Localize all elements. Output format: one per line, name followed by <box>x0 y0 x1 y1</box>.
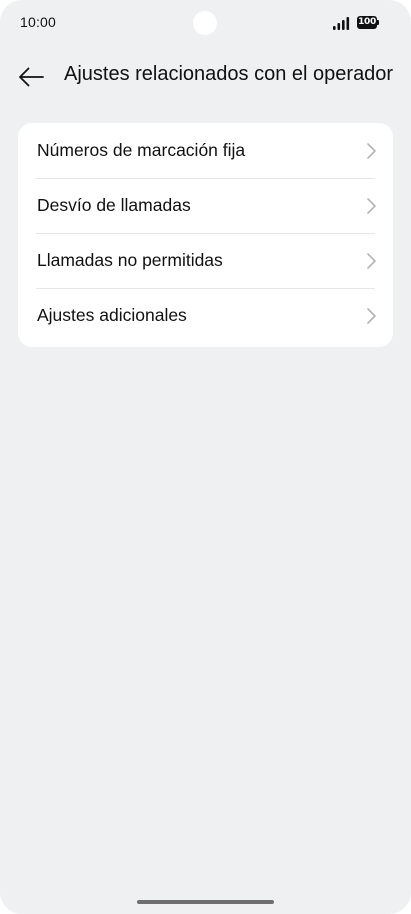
chevron-right-icon <box>367 142 376 159</box>
header: Ajustes relacionados con el operador <box>0 52 411 100</box>
list-item-label: Llamadas no permitidas <box>37 250 223 270</box>
battery-level: 100 <box>357 16 378 29</box>
list-item-label: Ajustes adicionales <box>37 305 187 325</box>
page-title: Ajustes relacionados con el operador <box>64 63 394 85</box>
home-indicator[interactable] <box>137 900 274 904</box>
list-item-call-barring[interactable]: Llamadas no permitidas <box>18 233 393 288</box>
list-item-additional-settings[interactable]: Ajustes adicionales <box>18 288 393 343</box>
battery-tip <box>377 20 379 25</box>
arrow-left-icon <box>19 67 44 87</box>
screen: 10:00 100 Ajustes relacionados con el op… <box>0 0 411 914</box>
list-item-call-forwarding[interactable]: Desvío de llamadas <box>18 178 393 233</box>
chevron-right-icon <box>367 252 376 269</box>
list-item-label: Desvío de llamadas <box>37 195 191 215</box>
list-item-label: Números de marcación fija <box>37 140 246 160</box>
chevron-right-icon <box>367 307 376 324</box>
list-item-fixed-dialing-numbers[interactable]: Números de marcación fija <box>18 123 393 178</box>
back-button[interactable] <box>14 60 48 94</box>
signal-icon <box>333 17 350 30</box>
status-bar: 10:00 100 <box>0 0 411 44</box>
battery-icon: 100 <box>357 16 379 29</box>
chevron-right-icon <box>367 197 376 214</box>
camera-cutout <box>193 11 217 35</box>
status-time: 10:00 <box>20 14 57 30</box>
settings-card: Números de marcación fija Desvío de llam… <box>18 123 393 347</box>
